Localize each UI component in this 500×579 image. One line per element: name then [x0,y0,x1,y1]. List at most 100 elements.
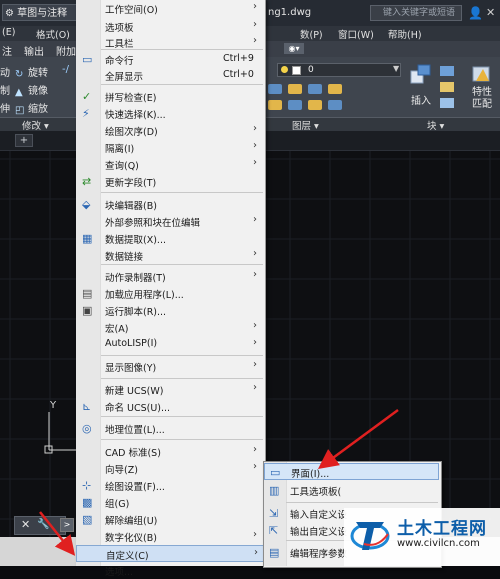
search-input[interactable]: 键入关键字或短语 [370,5,462,21]
menu-item[interactable]: ▦ 数据提取(X)... [76,230,264,247]
chevron-right-icon: › [253,248,257,259]
menu-item-label: 更新字段(T) [105,178,157,189]
mirror-icon: ▲ [15,87,23,98]
layer-tool-icon[interactable] [308,84,322,94]
panel-block[interactable]: 块 ▾ [427,118,444,132]
file-name: ng1.dwg [268,7,312,18]
mirror-label: 镜像 [28,86,48,97]
menu-item[interactable]: ▭ 命令行 Ctrl+9 [76,51,264,68]
close-icon[interactable]: ✕ [21,518,30,531]
menu-item[interactable]: ▣ 运行脚本(R)... [76,302,264,319]
new-tab-icon[interactable]: + [15,134,33,147]
menu-item[interactable]: AutoLISP(I) › [76,336,264,353]
trim-icon[interactable]: -/ [62,64,69,75]
match-properties-icon[interactable] [471,63,493,87]
command-prompt-icon[interactable]: > [60,518,74,532]
menu-item[interactable]: ⬙ 块编辑器(B) [76,196,264,213]
block-tools-icon[interactable] [437,64,459,114]
chevron-right-icon: › [253,359,257,370]
spell-check-icon: ✓ [82,90,92,103]
menu-item[interactable]: 隔离(I) › [76,139,264,156]
menu-item-label: 绘图次序(D) [105,127,158,138]
user-icon[interactable]: 👤 [468,6,483,20]
menu-item[interactable]: ⚡ 快速选择(K)... [76,105,264,122]
layer-tool-icon[interactable] [268,100,282,110]
bulb-icon [281,66,288,73]
command-line[interactable]: ✕ 🔧 [14,516,66,535]
layer-tool-icon[interactable] [268,84,282,94]
drafting-settings-icon: ⊹ [82,479,92,492]
menu-item[interactable]: ▩ 组(G) [76,494,264,511]
menu-item[interactable]: 向导(Z) › [76,460,264,477]
insert-block-icon[interactable] [410,63,432,87]
menu-item[interactable]: 工作空间(O) › [76,0,264,17]
chevron-right-icon: › [254,547,258,558]
menu-item[interactable]: 绘图次序(D) › [76,122,264,139]
submenu-item-label: 编辑程序参数 [290,549,348,560]
menu-item-label: 快速选择(K)... [105,110,166,121]
chevron-right-icon: › [253,529,257,540]
menu-item-label: 数据提取(X)... [105,235,166,246]
export-customization-icon: ⇱ [269,524,279,537]
menu-item[interactable]: CAD 标准(S) › [76,443,264,460]
insert-label[interactable]: 插入 [411,92,431,107]
menu-item[interactable]: 数据链接 › [76,247,264,264]
menu-item[interactable]: ▧ 解除编组(U) [76,511,264,528]
menu-item[interactable]: 查询(Q) › [76,156,264,173]
rotate-button[interactable]: ↻ 旋转 [15,64,48,80]
layer-tool-icon[interactable] [308,100,322,110]
submenu-item[interactable]: ▭ 界面(I)... [264,463,439,480]
menubar-item-window[interactable]: 窗口(W) [338,27,374,41]
menu-item[interactable]: 外部参照和块在位编辑 › [76,213,264,230]
panel-modify[interactable]: 修改 ▾ [22,118,49,132]
menu-item[interactable]: 宏(A) › [76,319,264,336]
ribbon-left-label-1: 动 [0,68,10,79]
menu-item[interactable]: ◎ 地理位置(L)... [76,420,264,437]
menubar-item-params[interactable]: 数(P) [300,27,323,41]
menu-separator [101,355,263,356]
menu-item[interactable]: 新建 UCS(W) › [76,381,264,398]
scale-button[interactable]: ◰ 缩放 [15,100,48,116]
menu-item[interactable]: ⊾ 命名 UCS(U)... [76,398,264,415]
menu-separator [101,378,263,379]
chevron-right-icon: › [253,1,257,12]
ribbon-options-icon[interactable]: ◉▾ [284,43,304,54]
tab-output[interactable]: 输出 [24,43,44,58]
menu-item-label: 拼写检查(E) [105,93,157,104]
menu-item[interactable]: ⊹ 绘图设置(F)... [76,477,264,494]
menu-separator [101,192,263,193]
menu-item[interactable]: 选项... [76,562,264,579]
menu-item-label: 数据链接 [105,252,144,263]
chevron-down-icon[interactable]: ▼ [393,64,399,73]
layer-tool-icon[interactable] [328,84,342,94]
match-properties-label[interactable]: 特性匹配 [472,87,500,111]
menu-item-label: 加载应用程序(L)... [105,290,184,301]
menubar-item-help[interactable]: 帮助(H) [388,27,422,41]
panel-layers[interactable]: 图层 ▾ [292,118,319,132]
close-icon[interactable]: ✕ [486,6,495,19]
menu-item[interactable]: 自定义(C) › [76,545,264,562]
menu-item-label: 选项板 [105,23,134,34]
menubar-item-format[interactable]: 格式(O) [36,27,70,41]
menu-item[interactable]: ▤ 加载应用程序(L)... [76,285,264,302]
cui-icon: ▭ [270,466,281,479]
menu-item[interactable]: ⇄ 更新字段(T) [76,173,264,190]
menu-item[interactable]: 数字化仪(B) › [76,528,264,545]
menu-item[interactable]: 选项板 › [76,18,264,35]
rotate-icon: ↻ [15,69,24,80]
tab-annotate[interactable]: 注 [2,43,12,58]
menubar-item-edit[interactable]: (E) [2,27,15,38]
submenu-item-label: 界面(I)... [291,469,330,480]
menu-item[interactable]: 显示图像(Y) › [76,358,264,375]
menu-item[interactable]: ✓ 拼写检查(E) [76,88,264,105]
mirror-button[interactable]: ▲ 镜像 [15,82,48,98]
wrench-icon[interactable]: 🔧 [37,519,49,530]
menu-item[interactable]: 动作录制器(T) › [76,268,264,285]
layer-tool-icon[interactable] [328,100,342,110]
layer-tool-icon[interactable] [288,100,302,110]
submenu-item[interactable]: ▥ 工具选项板( [264,482,439,499]
tab-addins[interactable]: 附加 [56,43,76,58]
menu-item-label: 宏(A) [105,324,129,335]
layer-tool-icon[interactable] [288,84,302,94]
menu-item[interactable]: 全屏显示 Ctrl+0 [76,67,264,84]
